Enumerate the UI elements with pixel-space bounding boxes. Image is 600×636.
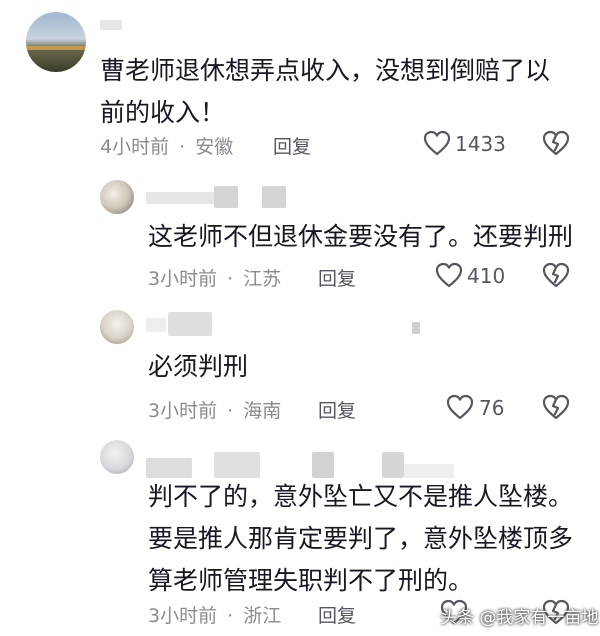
dislike-button[interactable] — [542, 262, 570, 288]
location: 海南 — [243, 400, 282, 422]
username-redacted — [262, 186, 286, 208]
comment-meta: 3小时前 · 江苏 — [148, 268, 282, 290]
watermark: 头条 @我家有一亩地 — [440, 608, 599, 628]
username-redacted — [312, 452, 334, 478]
heart-icon — [446, 394, 474, 420]
avatar[interactable] — [26, 12, 86, 72]
avatar[interactable] — [100, 440, 134, 474]
like-button[interactable] — [435, 262, 463, 288]
heart-icon — [423, 130, 451, 156]
avatar[interactable] — [100, 310, 134, 344]
broken-heart-icon — [542, 262, 570, 288]
username-redacted — [168, 312, 212, 336]
like-count: 1433 — [455, 132, 506, 156]
comment-text: 判不了的，意外坠亡又不是推人坠楼。 要是推人那肯定要判了，意外坠楼顶多 算老师管… — [148, 482, 574, 595]
username-redacted — [146, 318, 166, 332]
broken-heart-icon — [542, 130, 570, 156]
broken-heart-icon — [542, 394, 570, 420]
heart-icon — [435, 262, 463, 288]
reply-button[interactable]: 回复 — [318, 396, 356, 423]
like-count: 76 — [479, 396, 505, 420]
timestamp: 3小时前 — [148, 268, 218, 290]
reply-button[interactable]: 回复 — [273, 132, 311, 159]
username-redacted — [146, 458, 192, 478]
dislike-button[interactable] — [542, 130, 570, 156]
timestamp: 3小时前 — [148, 400, 218, 422]
location: 江苏 — [243, 268, 282, 290]
username-redacted — [100, 20, 122, 30]
username-redacted — [214, 452, 260, 478]
comment-meta: 3小时前 · 海南 — [148, 400, 282, 422]
username-redacted — [214, 186, 238, 208]
timestamp: 4小时前 — [100, 136, 170, 158]
comment-text: 曹老师退休想弄点收入，没想到倒赔了以 前的收入！ — [100, 56, 551, 127]
comment-text: 这老师不但退休金要没有了。还要判刑 — [148, 222, 574, 251]
avatar[interactable] — [100, 180, 134, 214]
username-redacted — [382, 452, 404, 478]
comment-meta: 3小时前 · 浙江 — [148, 605, 282, 627]
reply-button[interactable]: 回复 — [318, 264, 356, 291]
comment-meta: 4小时前 · 安徽 — [100, 136, 234, 158]
like-button[interactable] — [423, 130, 451, 156]
like-button[interactable] — [446, 394, 474, 420]
location: 浙江 — [243, 605, 282, 627]
reply-button[interactable]: 回复 — [318, 601, 356, 628]
like-count: 410 — [467, 264, 506, 288]
dislike-button[interactable] — [542, 394, 570, 420]
location: 安徽 — [195, 136, 234, 158]
timestamp: 3小时前 — [148, 605, 218, 627]
username-redacted — [412, 322, 420, 334]
comment-text: 必须判刑 — [148, 352, 249, 381]
